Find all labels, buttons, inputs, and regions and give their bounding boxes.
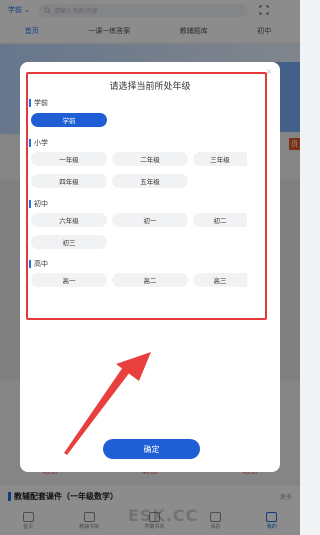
grade-chip-grade-5[interactable]: 五年级 <box>112 174 188 188</box>
grade-chip-grade-1[interactable]: 一年级 <box>31 152 107 166</box>
grade-chip-senior-3[interactable]: 高三 <box>193 273 247 287</box>
grade-chip-senior-1[interactable]: 高一 <box>31 273 107 287</box>
grade-chip-grade-6[interactable]: 六年级 <box>31 213 107 227</box>
grade-chip-grade-2[interactable]: 二年级 <box>112 152 188 166</box>
group-label-preschool: 学前 <box>29 98 48 108</box>
grade-chip-junior-2[interactable]: 初二 <box>193 213 247 227</box>
group-label-primary: 小学 <box>29 138 48 148</box>
grade-chip-senior-2[interactable]: 高二 <box>112 273 188 287</box>
grade-chip-junior-3[interactable]: 初三 <box>31 235 107 249</box>
grade-chip-grade-3[interactable]: 三年级 <box>193 152 247 166</box>
grade-chip-junior-1[interactable]: 初一 <box>112 213 188 227</box>
grade-chip-grade-4[interactable]: 四年级 <box>31 174 107 188</box>
close-icon[interactable]: × <box>264 68 274 78</box>
group-label-junior: 初中 <box>29 199 48 209</box>
confirm-button[interactable]: 确定 <box>103 439 200 459</box>
group-label-senior: 高中 <box>29 259 48 269</box>
grade-chip-preschool[interactable]: 学前 <box>31 113 107 127</box>
dialog-title: 请选择当前所处年级 <box>109 81 191 91</box>
